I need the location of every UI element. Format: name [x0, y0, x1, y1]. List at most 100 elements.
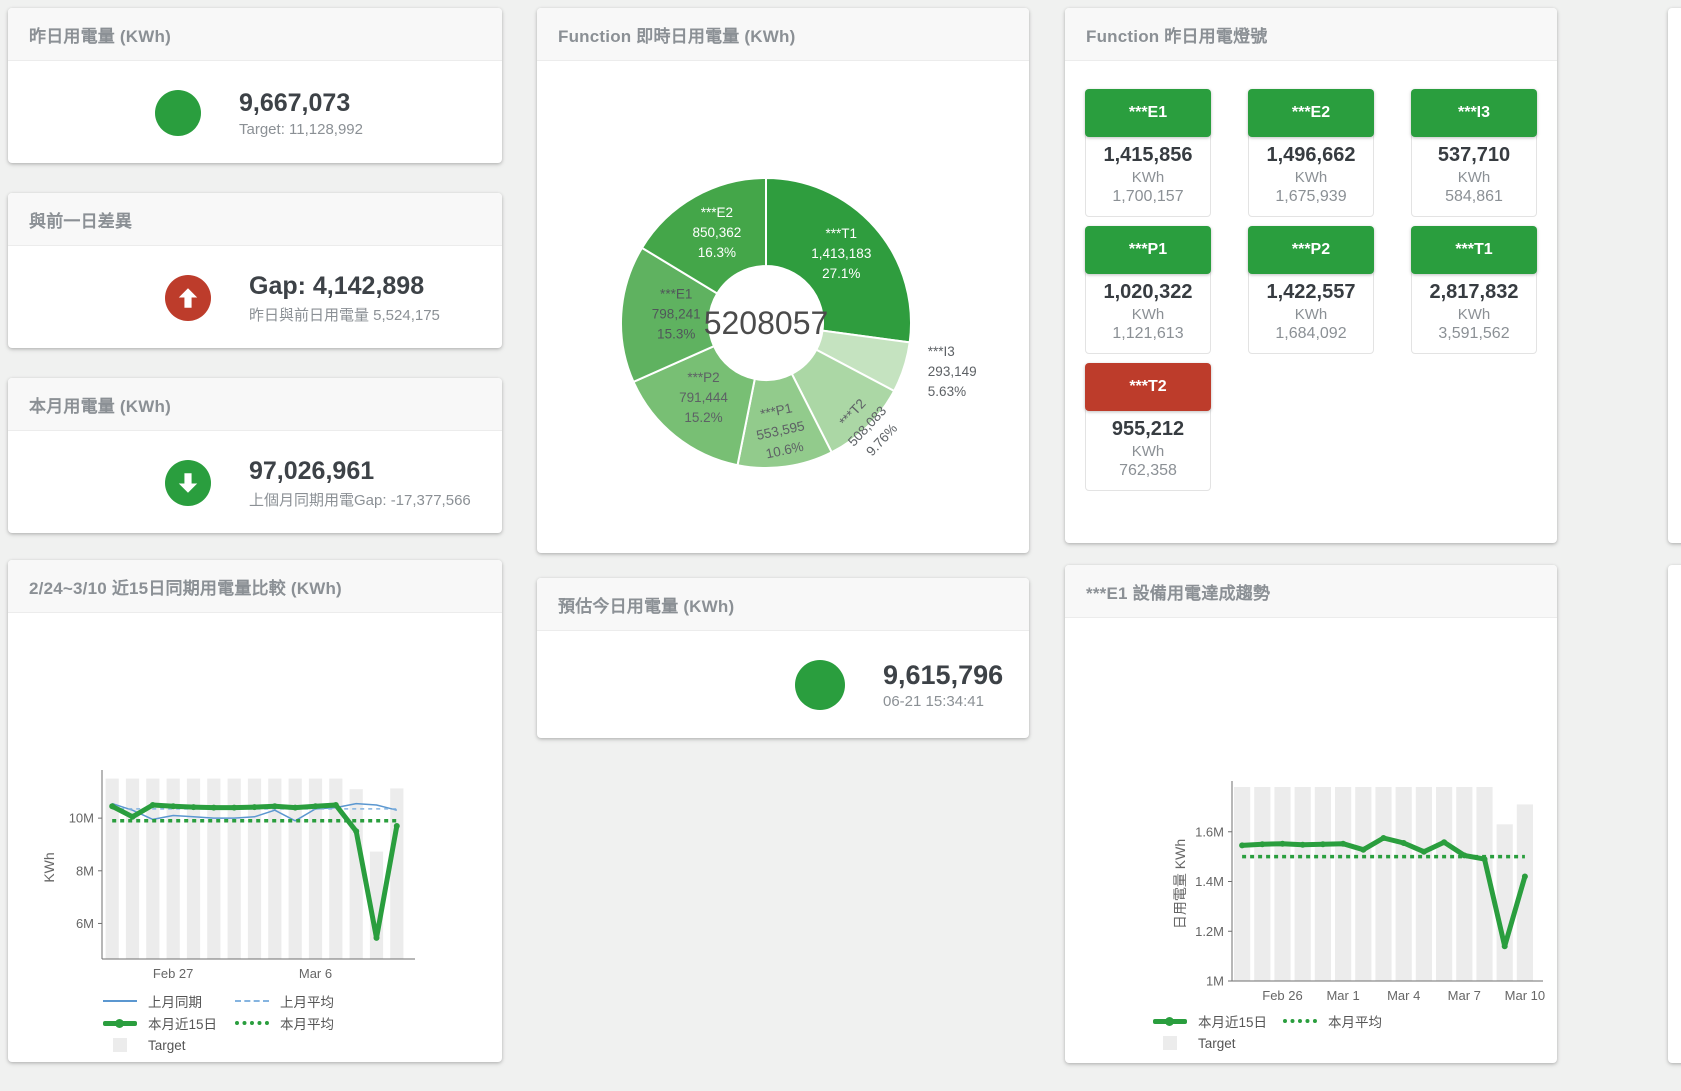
light-tile-***T1: ***T12,817,832KWh3,591,562 [1411, 226, 1537, 354]
stat-value: 9,615,796 [883, 660, 1003, 690]
card-title: 預估今日用電量 (KWh) [558, 592, 734, 617]
svg-text:15.2%: 15.2% [684, 410, 722, 425]
legend-item-本月平均[interactable]: 本月平均 [1283, 1011, 1413, 1031]
donut-label-***I3: ***I3293,1495.63% [928, 344, 977, 399]
stat-row: 9,615,796 06-21 15:34:41 [537, 631, 1029, 739]
tile-value: 1,422,557 [1251, 281, 1371, 304]
svg-text:***I3: ***I3 [928, 344, 955, 359]
stat-sub: Target: 11,128,992 [239, 121, 363, 138]
card-month-usage: 本月用電量 (KWh) 97,026,961 上個月同期用電Gap: -17,3… [8, 378, 502, 533]
light-tile-***E2: ***E21,496,662KWh1,675,939 [1248, 89, 1374, 217]
legend-label: 本月近15日 [1198, 1011, 1267, 1031]
y-tick-label: 1.2M [1195, 924, 1224, 939]
svg-text:5.63%: 5.63% [928, 384, 966, 399]
tile-status-header: ***P1 [1085, 226, 1211, 274]
status-circle-icon [155, 90, 201, 136]
legend-line-marker-icon [103, 1000, 137, 1002]
legend-dots-marker-icon [235, 1021, 269, 1025]
card-estimate-today: 預估今日用電量 (KWh) 9,615,796 06-21 15:34:41 [537, 578, 1029, 738]
svg-text:15.3%: 15.3% [657, 326, 695, 341]
target-bar [1254, 787, 1270, 981]
tile-value: 2,817,832 [1414, 281, 1534, 304]
svg-text:16.3%: 16.3% [698, 245, 736, 260]
stat-sub: 昨日與前日用電量 5,524,175 [249, 304, 440, 325]
card-header: ***E1 設備用電達成趨勢 [1065, 565, 1557, 618]
legend-item-本月近15日[interactable]: 本月近15日 [1153, 1011, 1283, 1031]
light-tile-***I3: ***I3537,710KWh584,861 [1411, 89, 1537, 217]
legend-item-Target[interactable]: Target [1153, 1036, 1283, 1051]
legend-row: Target [103, 1034, 502, 1056]
tile-value: 955,212 [1088, 418, 1208, 441]
tile-body: 537,710KWh584,861 [1411, 134, 1537, 217]
legend-item-Target[interactable]: Target [103, 1038, 235, 1053]
tile-target: 1,121,613 [1088, 325, 1208, 343]
tile-body: 1,496,662KWh1,675,939 [1248, 134, 1374, 217]
arrow-up-circle-icon [165, 275, 211, 321]
legend-item-本月近15日[interactable]: 本月近15日 [103, 1013, 235, 1033]
legend-item-本月平均[interactable]: 本月平均 [235, 1013, 367, 1033]
light-tile-***P1: ***P11,020,322KWh1,121,613 [1085, 226, 1211, 354]
tile-status-header: ***T2 [1085, 363, 1211, 411]
card-yesterday-status-lights: Function 昨日用電燈號 ***E11,415,856KWh1,700,1… [1065, 8, 1557, 543]
card-gap-prev-day: 與前一日差異 Gap: 4,142,898 昨日與前日用電量 5,524,175 [8, 193, 502, 348]
card-title: 與前一日差異 [29, 207, 132, 232]
y-axis-label: KWh [41, 852, 57, 882]
card-title: 昨日用電量 (KWh) [29, 22, 171, 47]
legend-label: Target [1198, 1036, 1236, 1051]
legend-row: 本月近15日本月平均 [103, 1012, 502, 1034]
card-title: ***E1 設備用電達成趨勢 [1086, 579, 1270, 604]
legend-row: Target [1153, 1032, 1557, 1054]
legend-item-上月平均[interactable]: 上月平均 [235, 991, 367, 1011]
stat-text: 97,026,961 上個月同期用電Gap: -17,377,566 [249, 456, 471, 510]
x-tick-label: Mar 7 [1448, 988, 1481, 1003]
y-tick-label: 1.6M [1195, 824, 1224, 839]
legend-thick-marker-icon [103, 1021, 137, 1026]
target-bar [1436, 787, 1452, 981]
svg-text:***E1: ***E1 [660, 286, 692, 301]
card-title: Function 即時日用電量 (KWh) [558, 22, 795, 47]
stat-value: 9,667,073 [239, 88, 363, 118]
y-tick-label: 1M [1206, 974, 1224, 989]
svg-text:850,362: 850,362 [692, 225, 741, 240]
arrow-down-circle-icon [165, 460, 211, 506]
tile-unit: KWh [1251, 306, 1371, 323]
target-bar [350, 789, 363, 959]
target-bar [1396, 787, 1412, 981]
card-header: 預估今日用電量 (KWh) [537, 578, 1029, 631]
card-realtime-donut: Function 即時日用電量 (KWh) ***T11,413,18327.1… [537, 8, 1029, 553]
svg-text:798,241: 798,241 [652, 306, 701, 321]
card-header: 本月用電量 (KWh) [8, 378, 502, 431]
card-title: Function 昨日用電燈號 [1086, 22, 1267, 47]
legend-item-上月同期[interactable]: 上月同期 [103, 991, 235, 1011]
tile-target: 1,675,939 [1251, 188, 1371, 206]
x-tick-label: Mar 1 [1326, 988, 1359, 1003]
target-bar [1274, 787, 1290, 981]
tile-body: 955,212KWh762,358 [1085, 408, 1211, 491]
svg-text:1,413,183: 1,413,183 [811, 246, 871, 261]
legend-label: 上月平均 [280, 991, 334, 1011]
target-bar [390, 788, 403, 959]
legend-dots-marker-icon [1283, 1019, 1317, 1023]
tile-target: 3,591,562 [1414, 325, 1534, 343]
tile-status-header: ***T1 [1411, 226, 1537, 274]
realtime-usage-donut-chart: ***T11,413,18327.1%***I3293,1495.63%***T… [537, 61, 1029, 554]
tile-target: 1,700,157 [1088, 188, 1208, 206]
target-bar [126, 779, 139, 959]
target-bar [1295, 787, 1311, 981]
card-header: 與前一日差異 [8, 193, 502, 246]
card-yesterday-usage: 昨日用電量 (KWh) 9,667,073 Target: 11,128,992 [8, 8, 502, 163]
target-bar [1335, 787, 1351, 981]
card-header: 2/24~3/10 近15日同期用電量比較 (KWh) [8, 560, 502, 613]
arrow-up-icon [175, 285, 201, 311]
stat-sub: 上個月同期用電Gap: -17,377,566 [249, 489, 471, 510]
tile-body: 1,415,856KWh1,700,157 [1085, 134, 1211, 217]
status-circle-icon [795, 660, 845, 710]
legend-label: 本月平均 [1328, 1011, 1382, 1031]
tile-status-header: ***E2 [1248, 89, 1374, 137]
svg-text:***P2: ***P2 [687, 370, 719, 385]
chart-legend: 上月同期上月平均本月近15日本月平均Target [8, 990, 502, 1056]
donut-center-value: 5208057 [704, 305, 829, 341]
legend-thick-marker-icon [1153, 1019, 1187, 1024]
legend-label: 上月同期 [148, 991, 202, 1011]
svg-text:791,444: 791,444 [679, 390, 728, 405]
